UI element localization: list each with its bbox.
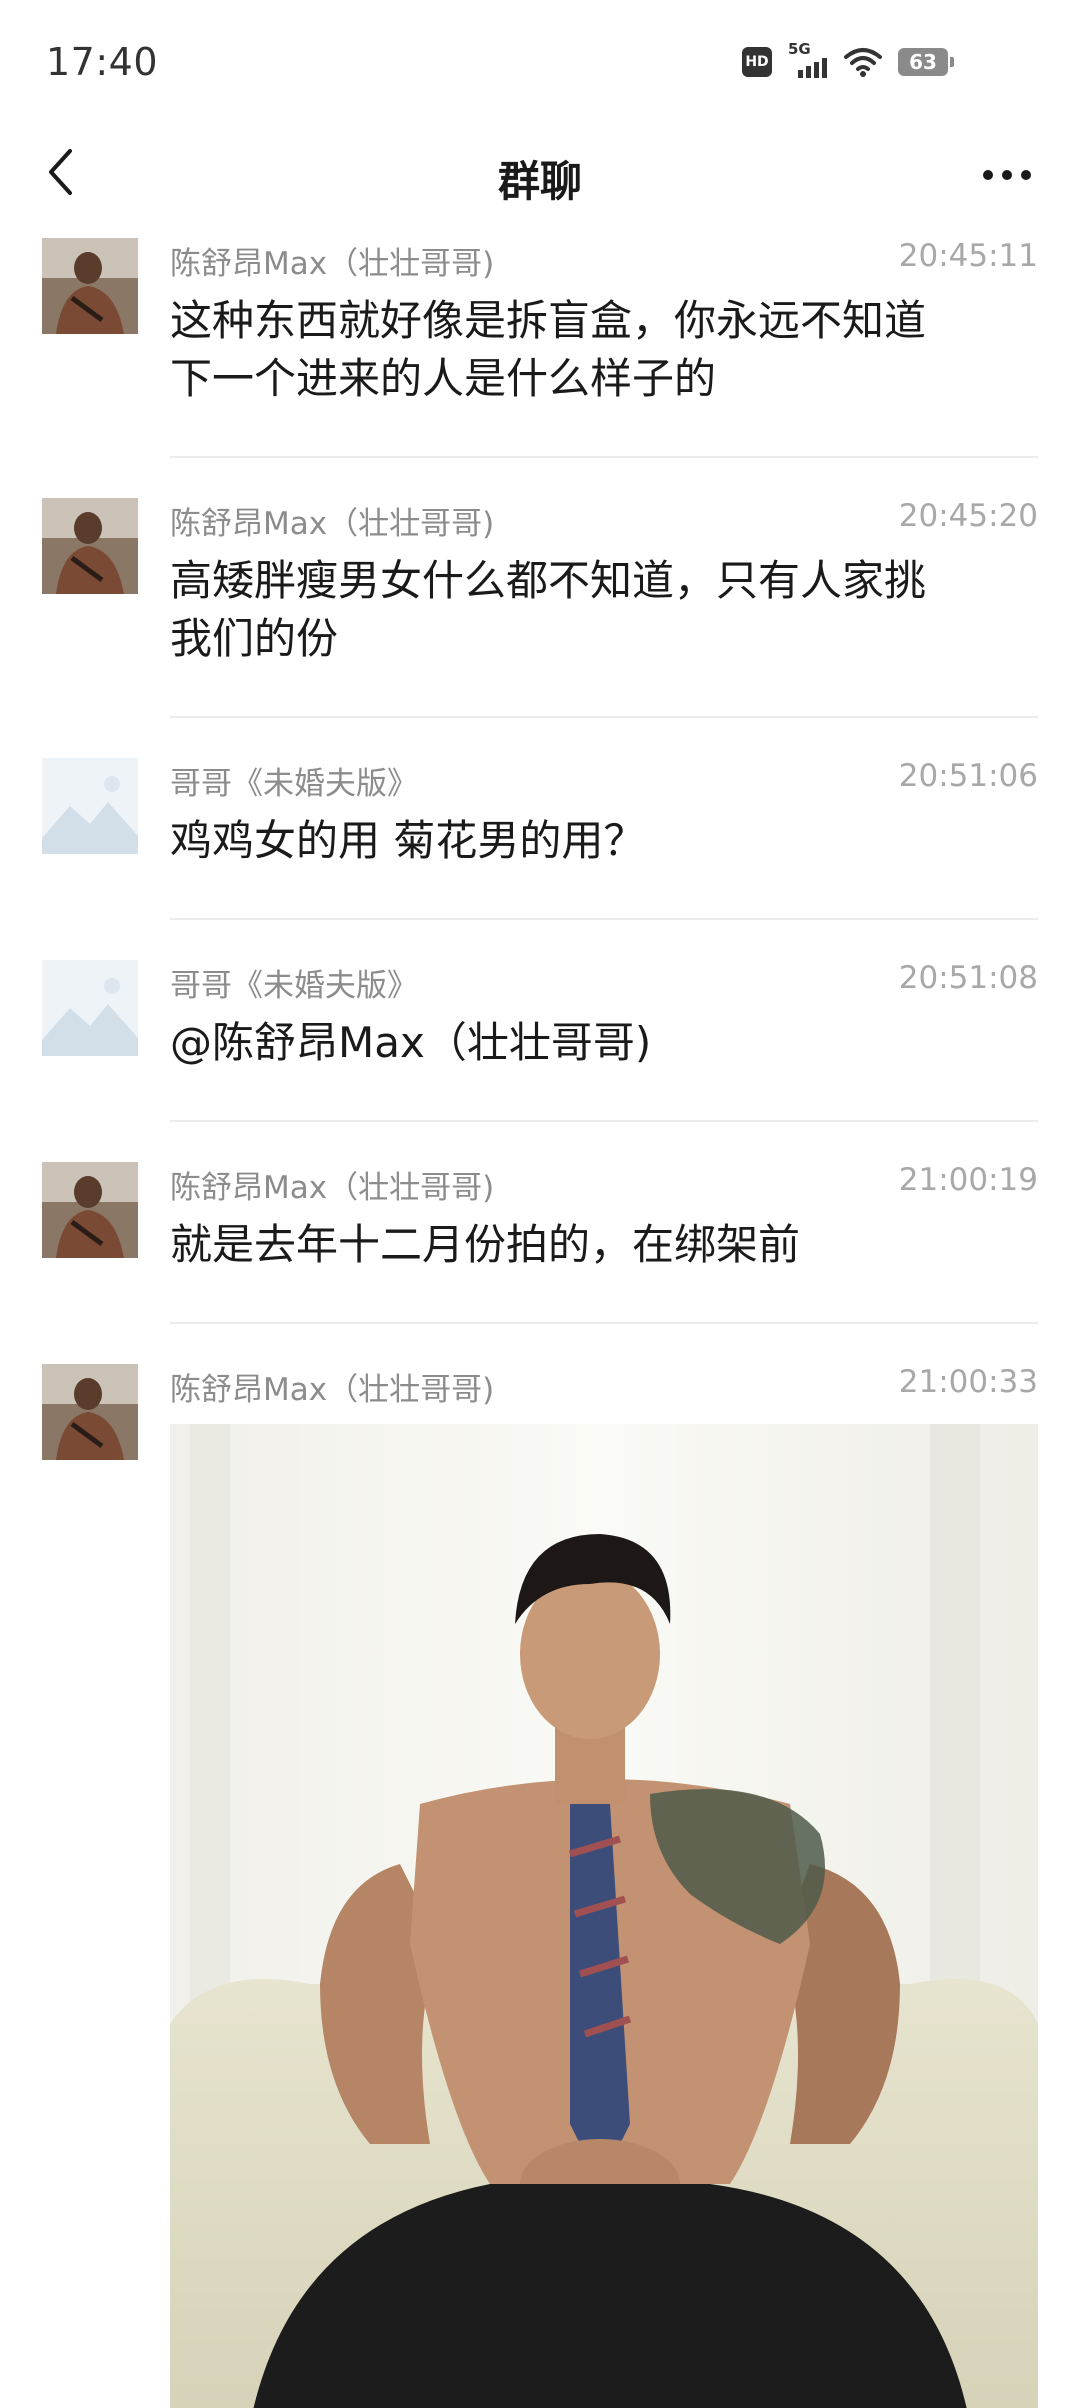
message-meta: 哥哥《未婚夫版》 20:51:06 — [170, 758, 1038, 802]
signal-icon: 5G — [788, 40, 828, 78]
message-line: 下一个进来的人是什么样子的 — [170, 354, 717, 403]
message-text: 就是去年十二月份拍的，在绑架前 — [170, 1216, 1020, 1274]
avatar[interactable] — [42, 238, 138, 334]
message-time: 21:00:33 — [898, 1364, 1038, 1400]
message-text: 这种东西就好像是拆盲盒，你永远不知道 下一个进来的人是什么样子的 — [170, 292, 1020, 408]
status-time: 17:40 — [46, 40, 159, 84]
message-line: 这种东西就好像是拆盲盒，你永远不知道 — [170, 296, 927, 345]
avatar[interactable] — [42, 960, 138, 1056]
message-meta: 陈舒昂Max（壮壮哥哥) 20:45:20 — [170, 498, 1038, 542]
chat-message-list[interactable]: 陈舒昂Max（壮壮哥哥) 20:45:11 这种东西就好像是拆盲盒，你永远不知道… — [0, 230, 1080, 2408]
message-item: 陈舒昂Max（壮壮哥哥) 21:00:33 — [0, 1356, 1080, 2408]
message-item: 陈舒昂Max（壮壮哥哥) 20:45:11 这种东西就好像是拆盲盒，你永远不知道… — [0, 230, 1080, 490]
avatar[interactable] — [42, 1364, 138, 1460]
sender-name: 陈舒昂Max（壮壮哥哥) — [170, 506, 495, 542]
hd-icon: HD — [742, 47, 772, 77]
message-item: 陈舒昂Max（壮壮哥哥) 21:00:19 就是去年十二月份拍的，在绑架前 — [0, 1154, 1080, 1356]
message-time: 20:45:11 — [898, 238, 1038, 274]
sender-name: 陈舒昂Max（壮壮哥哥) — [170, 1372, 495, 1408]
message-time: 20:45:20 — [898, 498, 1038, 534]
more-dots-icon — [983, 170, 993, 180]
message-line: 高矮胖瘦男女什么都不知道，只有人家挑 — [170, 556, 927, 605]
message-meta: 陈舒昂Max（壮壮哥哥) 21:00:33 — [170, 1364, 1038, 1408]
message-line: 鸡鸡女的用 菊花男的用？ — [170, 816, 646, 865]
page-title: 群聊 — [497, 157, 582, 206]
message-text: 鸡鸡女的用 菊花男的用？ — [170, 812, 1020, 870]
message-time: 21:00:19 — [898, 1162, 1038, 1198]
divider — [170, 716, 1038, 718]
status-icons: HD 5G 63 — [742, 40, 954, 82]
nav-bar: 群聊 — [0, 120, 1080, 230]
divider — [170, 918, 1038, 920]
mention-link[interactable]: @陈舒昂Max（壮壮哥哥) — [170, 1014, 1020, 1072]
divider — [170, 1322, 1038, 1324]
more-button[interactable] — [972, 150, 1042, 200]
message-meta: 陈舒昂Max（壮壮哥哥) 21:00:19 — [170, 1162, 1038, 1206]
message-item: 哥哥《未婚夫版》 20:51:08 @陈舒昂Max（壮壮哥哥) — [0, 952, 1080, 1154]
message-time: 20:51:08 — [898, 960, 1038, 996]
message-time: 20:51:06 — [898, 758, 1038, 794]
message-line: 我们的份 — [170, 614, 339, 663]
divider — [170, 456, 1038, 458]
sender-name: 哥哥《未婚夫版》 — [170, 968, 418, 1004]
sender-name: 陈舒昂Max（壮壮哥哥) — [170, 1170, 495, 1206]
sender-name: 陈舒昂Max（壮壮哥哥) — [170, 246, 495, 282]
message-item: 陈舒昂Max（壮壮哥哥) 20:45:20 高矮胖瘦男女什么都不知道，只有人家挑… — [0, 490, 1080, 750]
message-item: 哥哥《未婚夫版》 20:51:06 鸡鸡女的用 菊花男的用？ — [0, 750, 1080, 952]
status-bar: 17:40 HD 5G 63 — [0, 0, 1080, 120]
message-text: 高矮胖瘦男女什么都不知道，只有人家挑 我们的份 — [170, 552, 1020, 668]
message-photo[interactable] — [170, 1424, 1038, 2408]
message-line: 就是去年十二月份拍的，在绑架前 — [170, 1220, 801, 1269]
wifi-icon — [844, 46, 882, 78]
sender-name: 哥哥《未婚夫版》 — [170, 766, 418, 802]
message-meta: 陈舒昂Max（壮壮哥哥) 20:45:11 — [170, 238, 1038, 282]
message-text: @陈舒昂Max（壮壮哥哥) — [170, 1014, 1020, 1072]
battery-icon: 63 — [898, 48, 954, 76]
avatar[interactable] — [42, 1162, 138, 1258]
network-type-label: 5G — [788, 40, 811, 58]
avatar[interactable] — [42, 498, 138, 594]
divider — [170, 1120, 1038, 1122]
avatar[interactable] — [42, 758, 138, 854]
message-meta: 哥哥《未婚夫版》 20:51:08 — [170, 960, 1038, 1004]
